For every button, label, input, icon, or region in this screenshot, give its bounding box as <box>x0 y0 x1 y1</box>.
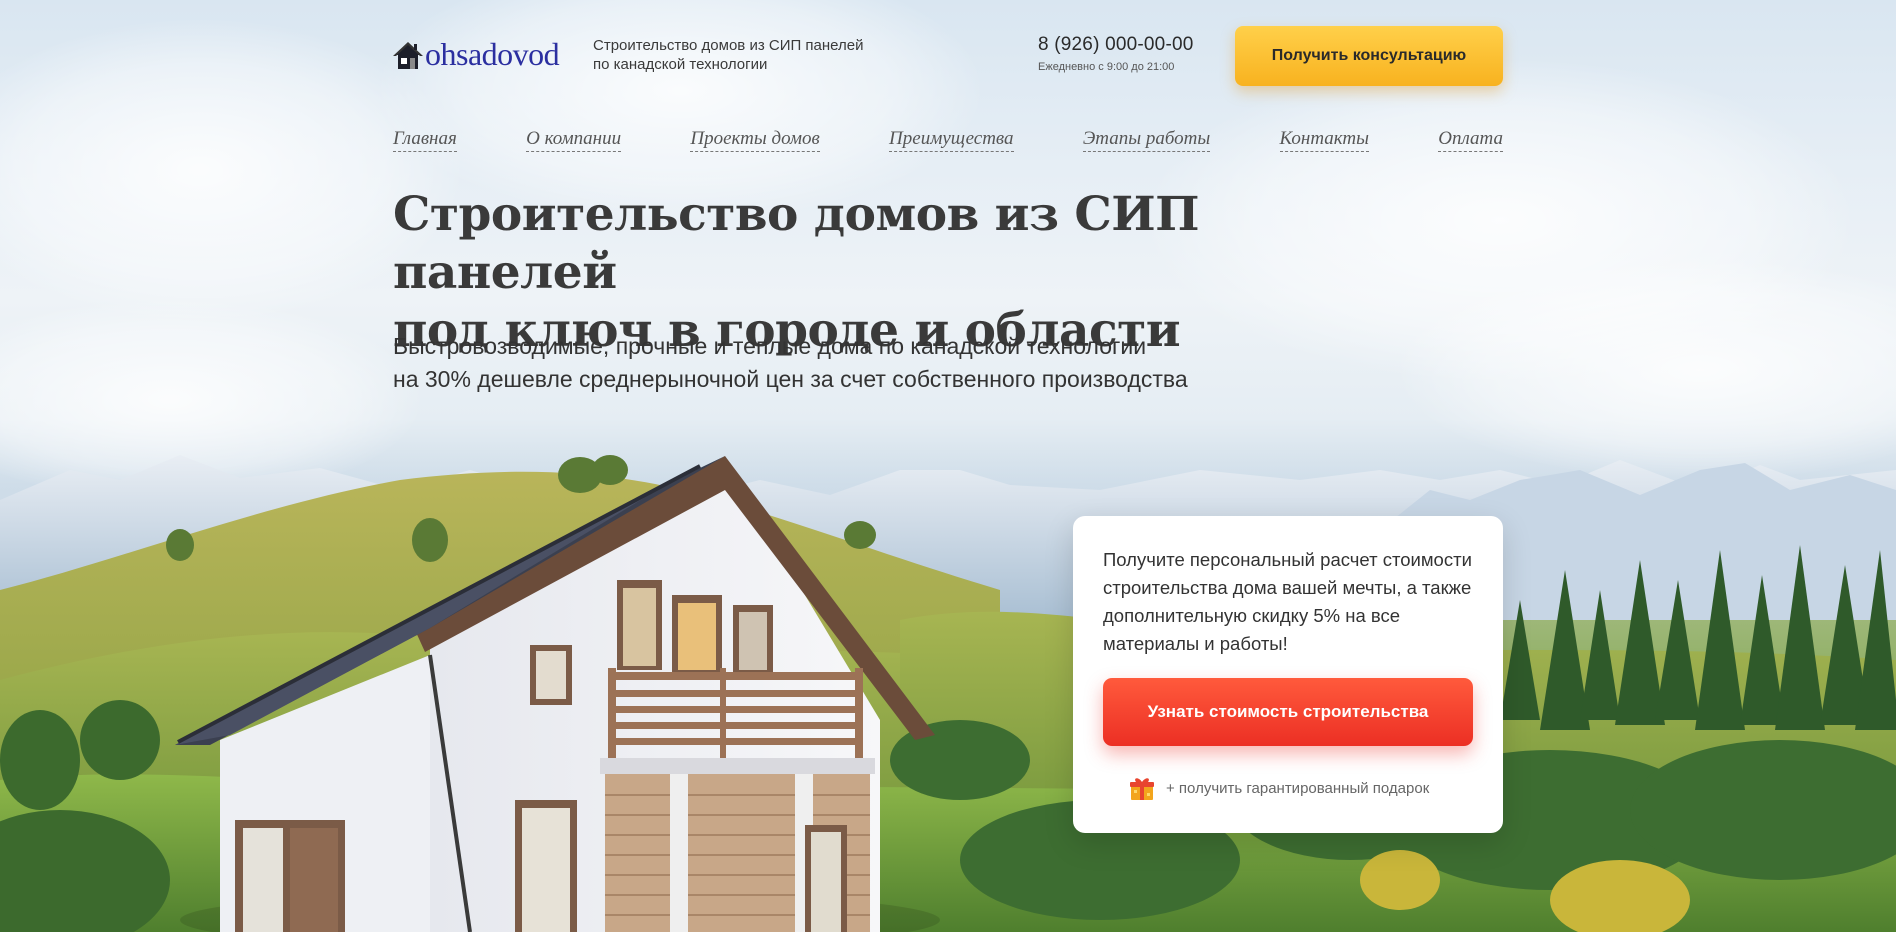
site-header: ohsadovod Строительство домов из СИП пан… <box>393 24 1503 94</box>
logo-text: ohsadovod <box>425 36 560 72</box>
landing-page: ohsadovod Строительство домов из СИП пан… <box>0 0 1896 932</box>
nav-item-home[interactable]: Главная <box>393 128 457 152</box>
nav-item-stages[interactable]: Этапы работы <box>1082 128 1211 152</box>
gift-icon <box>1130 778 1154 800</box>
house-logo-icon <box>393 41 423 69</box>
contact-block: 8 (926) 000-00-00 Ежедневно с 9:00 до 21… <box>1038 34 1238 73</box>
hero-subtitle: Быстровозводимые, прочные и теплые дома … <box>393 330 1393 396</box>
nav-item-payment[interactable]: Оплата <box>1438 128 1503 152</box>
nav-item-about[interactable]: О компании <box>526 128 622 152</box>
site-logo[interactable]: ohsadovod <box>393 36 560 73</box>
offer-card: Получите персональный расчет стоимости с… <box>1073 516 1503 833</box>
phone-number[interactable]: 8 (926) 000-00-00 <box>1038 34 1238 56</box>
tagline-line: по канадской технологии <box>593 56 768 73</box>
get-consultation-button[interactable]: Получить консультацию <box>1235 26 1503 86</box>
hero-subtitle-line: Быстровозводимые, прочные и теплые дома … <box>393 333 1147 359</box>
hero-title-line: Строительство домов из СИП панелей <box>393 187 1200 300</box>
hero-subtitle-line: на 30% дешевле среднерыночной цен за сче… <box>393 366 1188 392</box>
working-hours: Ежедневно с 9:00 до 21:00 <box>1038 61 1175 73</box>
site-tagline: Строительство домов из СИП панелей по ка… <box>593 36 913 74</box>
tagline-line: Строительство домов из СИП панелей <box>593 37 864 54</box>
gift-text: + получить гарантированный подарок <box>1166 779 1430 797</box>
nav-item-projects[interactable]: Проекты домов <box>690 128 820 152</box>
gift-note: + получить гарантированный подарок <box>1128 774 1429 802</box>
nav-item-contacts[interactable]: Контакты <box>1279 128 1369 152</box>
nav-item-advantages[interactable]: Преимущества <box>889 128 1014 152</box>
offer-text: Получите персональный расчет стоимости с… <box>1103 549 1472 654</box>
get-cost-button[interactable]: Узнать стоимость строительства <box>1103 678 1473 746</box>
main-navigation: Главная О компании Проекты домов Преимущ… <box>393 128 1503 152</box>
